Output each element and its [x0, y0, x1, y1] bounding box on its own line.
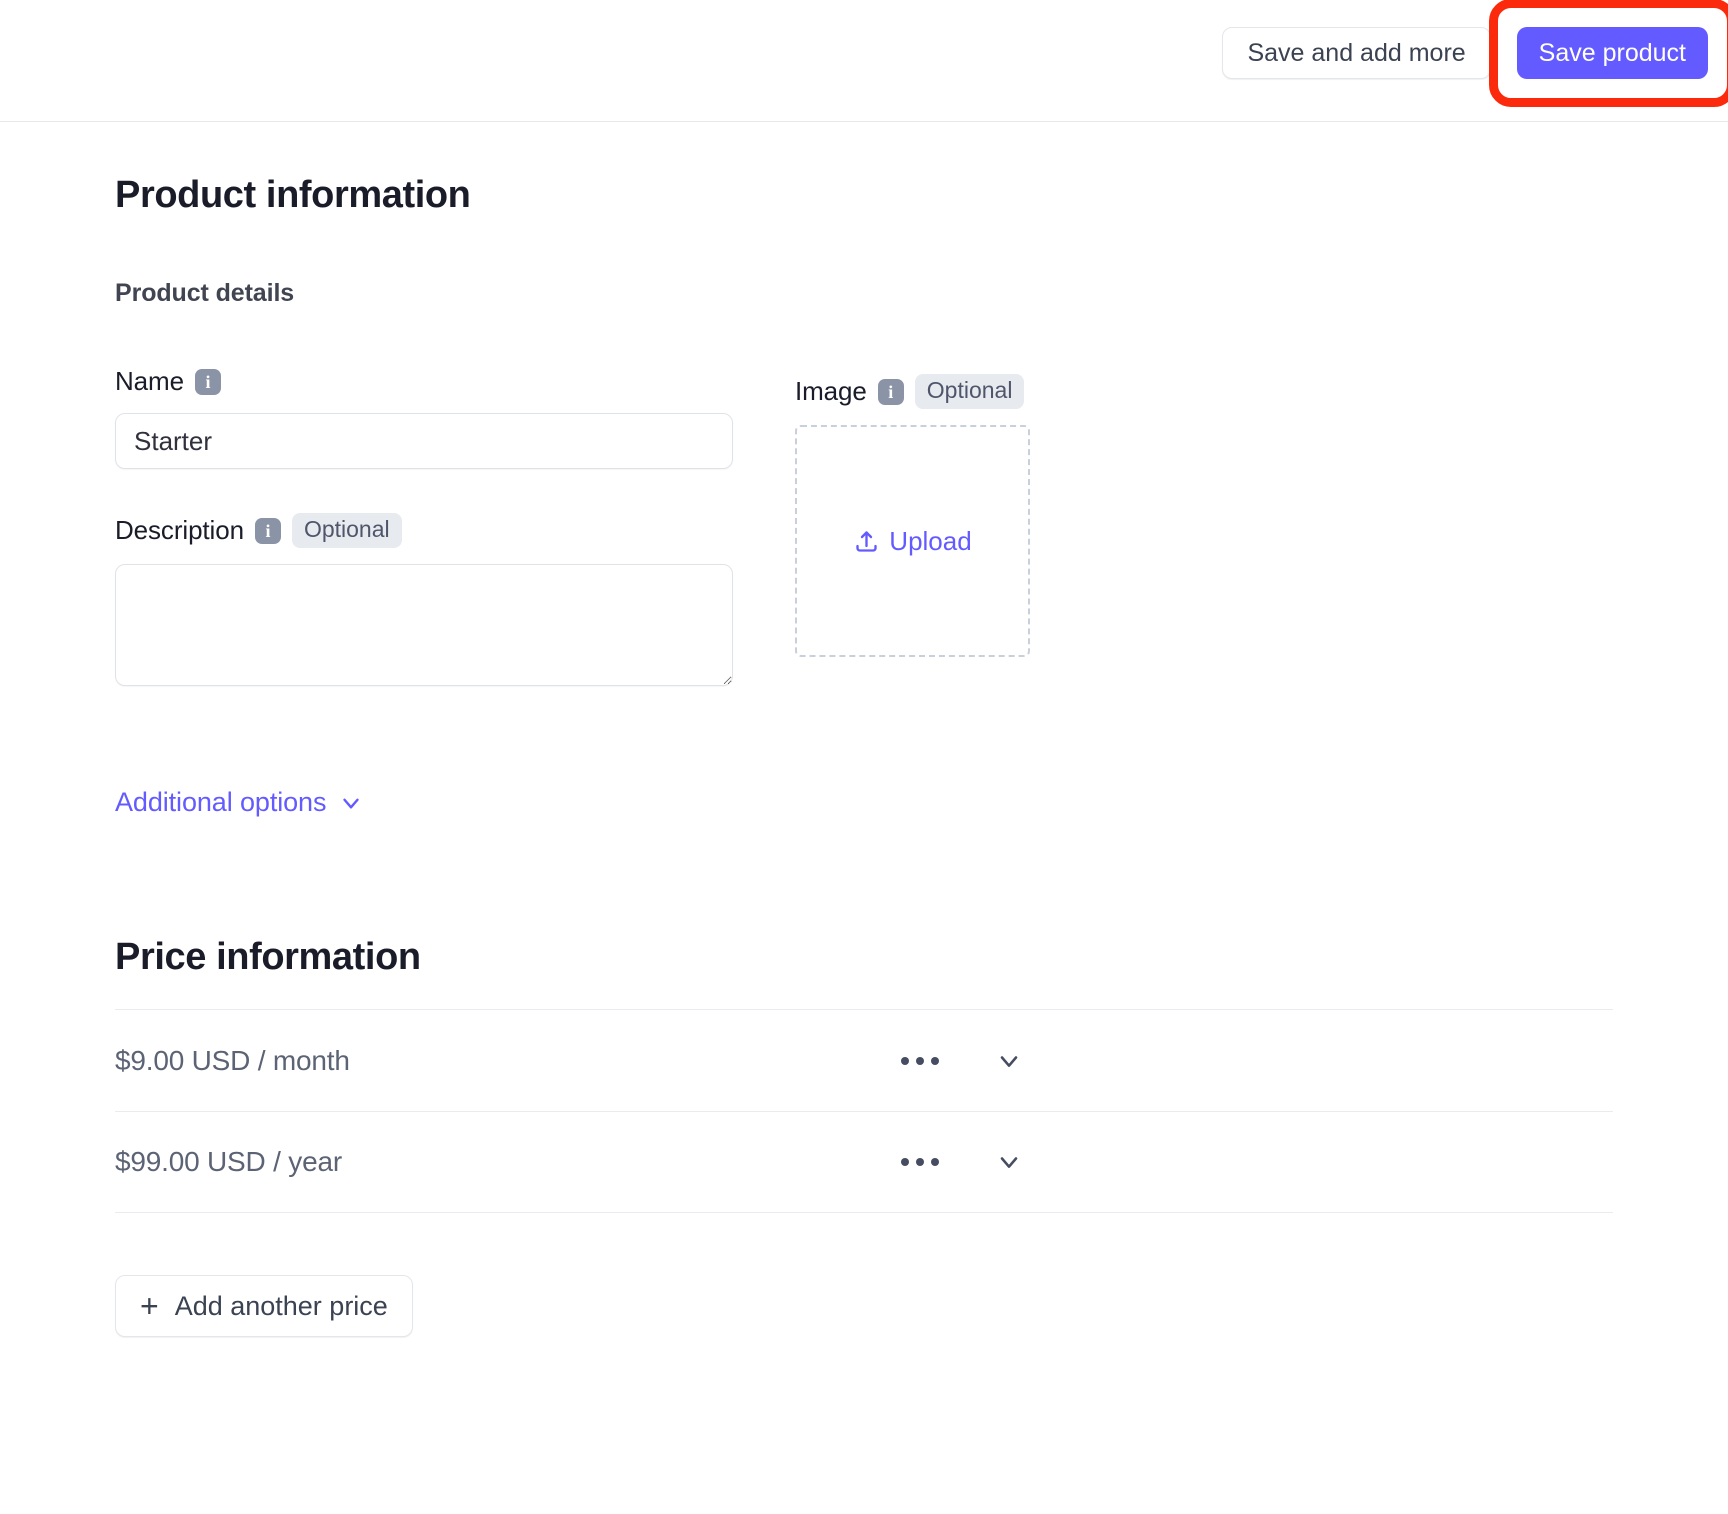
- image-label-row: Image i Optional: [795, 374, 1030, 409]
- add-another-price-label: Add another price: [174, 1290, 388, 1321]
- page-content: Product information Product details Name…: [0, 122, 1728, 1337]
- product-information-heading: Product information: [115, 174, 471, 216]
- header-actions: Save and add more Save product: [1222, 0, 1728, 107]
- additional-options-toggle[interactable]: Additional options: [115, 787, 364, 818]
- name-input[interactable]: [115, 413, 733, 469]
- upload-control[interactable]: Upload: [853, 525, 972, 557]
- name-label-row: Name i: [115, 366, 755, 397]
- chevron-down-icon[interactable]: [989, 1041, 1029, 1081]
- ellipsis-icon[interactable]: [895, 1051, 945, 1071]
- info-icon[interactable]: i: [254, 517, 281, 544]
- price-information-heading: Price information: [115, 936, 421, 978]
- product-details-subheading: Product details: [115, 279, 295, 307]
- details-left-column: Name i Description i Optional: [115, 366, 755, 691]
- name-label: Name: [115, 366, 184, 396]
- product-editor-page: Save and add more Save product Product i…: [0, 0, 1728, 1514]
- add-another-price-button[interactable]: + Add another price: [115, 1275, 413, 1337]
- price-row-actions: [895, 1041, 1029, 1081]
- chevron-down-icon[interactable]: [989, 1142, 1029, 1182]
- save-product-button[interactable]: Save product: [1516, 27, 1708, 79]
- name-input-wrapper: [115, 413, 755, 469]
- optional-badge: Optional: [914, 374, 1025, 409]
- price-list: $9.00 USD / month $99.00 USD / year: [115, 1009, 1613, 1213]
- description-label-row: Description i Optional: [115, 513, 755, 548]
- ellipsis-icon[interactable]: [895, 1152, 945, 1172]
- image-upload-dropzone[interactable]: Upload: [795, 425, 1030, 657]
- upload-label: Upload: [889, 525, 972, 556]
- upload-icon: [853, 528, 880, 555]
- table-row[interactable]: $99.00 USD / year: [115, 1111, 1613, 1213]
- additional-options-wrapper: Additional options: [115, 787, 1613, 818]
- optional-badge: Optional: [291, 513, 402, 548]
- plus-icon: +: [140, 1288, 159, 1324]
- chevron-down-icon: [338, 790, 364, 816]
- description-input-wrapper: [115, 564, 755, 691]
- details-columns: Name i Description i Optional: [115, 366, 1613, 691]
- image-label: Image: [795, 376, 867, 406]
- save-product-button-wrapper: Save product: [1488, 0, 1728, 107]
- description-label: Description: [115, 515, 244, 545]
- info-icon[interactable]: i: [877, 378, 904, 405]
- save-and-add-more-button[interactable]: Save and add more: [1222, 27, 1491, 79]
- additional-options-label: Additional options: [115, 787, 327, 817]
- add-price-wrapper: + Add another price: [115, 1275, 1613, 1337]
- price-row-label: $9.00 USD / month: [115, 1044, 350, 1076]
- price-row-label: $99.00 USD / year: [115, 1146, 342, 1177]
- price-row-actions: [895, 1142, 1029, 1182]
- content-inner: Product information Product details Name…: [0, 174, 1728, 1337]
- info-icon[interactable]: i: [194, 368, 221, 395]
- details-right-column: Image i Optional Upload: [795, 366, 1030, 657]
- table-row[interactable]: $9.00 USD / month: [115, 1009, 1613, 1111]
- description-textarea[interactable]: [115, 564, 733, 686]
- page-header-toolbar: Save and add more Save product: [0, 0, 1728, 122]
